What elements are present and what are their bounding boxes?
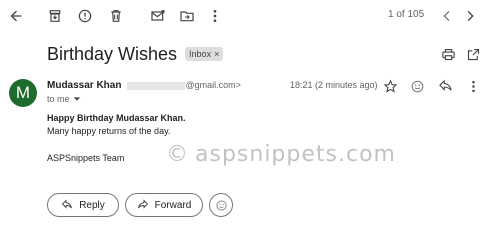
more-vert-icon[interactable]: [204, 5, 226, 27]
reply-icon[interactable]: [435, 76, 455, 96]
redacted-email-part: [127, 81, 186, 90]
body-line-greeting: Happy Birthday Mudassar Khan.: [47, 113, 186, 123]
move-to-icon[interactable]: [176, 5, 198, 27]
reply-button[interactable]: Reply: [47, 193, 119, 217]
body-line-wishes: Many happy returns of the day.: [47, 126, 171, 136]
newer-icon[interactable]: [436, 5, 458, 27]
back-arrow-icon[interactable]: [5, 5, 27, 27]
sender-line: Mudassar Khan @gmail.com>: [47, 80, 241, 94]
inbox-label-text: Inbox: [189, 49, 212, 59]
delete-icon[interactable]: [105, 5, 127, 27]
timestamp: 18:21 (2 minutes ago): [290, 80, 378, 90]
sender-avatar[interactable]: M: [9, 79, 37, 107]
subject-row: Birthday Wishes Inbox ×: [47, 42, 224, 66]
recipient-text: to me: [47, 94, 70, 104]
recipient-details-toggle[interactable]: to me: [47, 94, 81, 104]
mark-unread-icon[interactable]: [147, 5, 169, 27]
reply-button-label: Reply: [79, 199, 105, 211]
email-subject: Birthday Wishes: [47, 43, 178, 64]
inbox-label-chip: Inbox ×: [185, 47, 224, 61]
emoji-reaction-button[interactable]: [209, 193, 233, 217]
remove-label-icon[interactable]: ×: [214, 49, 219, 59]
body-signature: ASPSnippets Team: [47, 153, 125, 163]
chevron-down-icon: [73, 97, 80, 101]
watermark-text: aspsnippets.com: [195, 142, 396, 167]
star-icon[interactable]: [380, 76, 400, 96]
report-spam-icon[interactable]: [74, 5, 96, 27]
forward-button-label: Forward: [154, 199, 192, 211]
archive-icon[interactable]: [44, 5, 66, 27]
watermark: © aspsnippets.com: [166, 142, 396, 167]
forward-icon: [137, 199, 148, 209]
add-reaction-icon[interactable]: [407, 76, 427, 96]
pagination-text: 1 of 105: [388, 9, 425, 20]
print-icon[interactable]: [438, 44, 458, 64]
sender-email: @gmail.com>: [127, 80, 241, 90]
copyright-symbol: ©: [166, 142, 189, 167]
open-in-new-window-icon[interactable]: [463, 44, 483, 64]
toolbar: 1 of 105: [0, 0, 500, 32]
older-icon[interactable]: [459, 5, 481, 27]
more-vert-icon[interactable]: [463, 76, 483, 96]
sender-name[interactable]: Mudassar Khan: [47, 80, 121, 91]
forward-button[interactable]: Forward: [125, 193, 203, 217]
emoji-icon: [215, 199, 227, 211]
reply-icon: [62, 199, 73, 209]
